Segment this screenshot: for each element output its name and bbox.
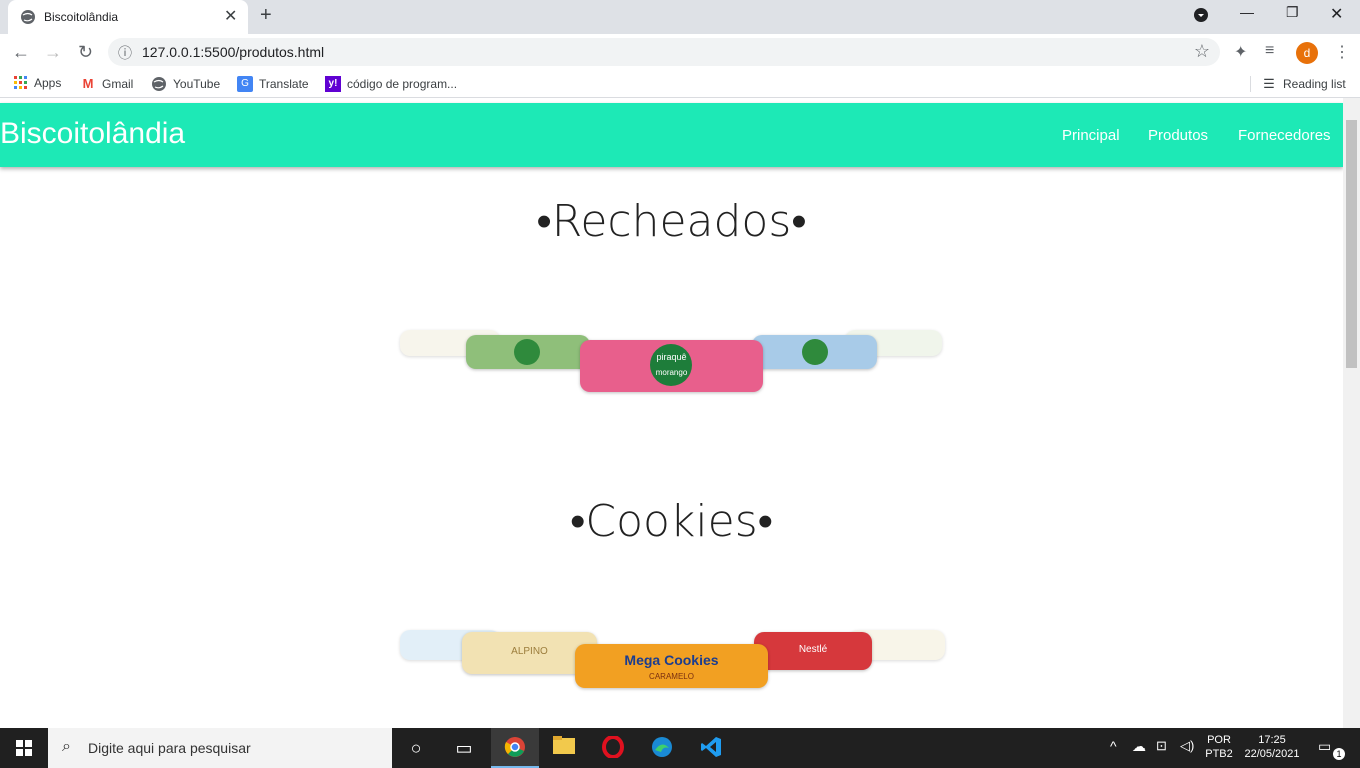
nav-link-fornecedores[interactable]: Fornecedores [1238, 127, 1331, 144]
scroll-thumb[interactable] [1346, 120, 1357, 368]
menu-dots-icon[interactable]: ⋮ [1334, 42, 1350, 62]
language-code: POR [1207, 734, 1231, 746]
address-bar[interactable]: ⓘ 127.0.0.1:5500/produtos.html ☆ [108, 38, 1220, 66]
input-language[interactable]: POR PTB2 [1204, 734, 1234, 760]
edge-icon[interactable] [650, 736, 674, 760]
package-flavor: CARAMELO [649, 672, 694, 681]
product-image[interactable] [466, 335, 590, 369]
vscode-icon[interactable] [699, 736, 723, 760]
taskbar-search[interactable]: ⌕ Digite aqui para pesquisar [48, 728, 392, 768]
bookmark-label: Apps [34, 76, 62, 90]
bookmark-star-icon[interactable]: ☆ [1194, 41, 1210, 62]
notification-count-badge: 1 [1333, 748, 1345, 760]
nav-link-produtos[interactable]: Produtos [1148, 127, 1208, 144]
close-tab-icon[interactable]: ✕ [224, 6, 237, 26]
yahoo-icon: y! [325, 76, 341, 92]
opera-icon[interactable] [601, 735, 625, 760]
brand-seal-icon [514, 339, 540, 365]
windows-taskbar: ⌕ Digite aqui para pesquisar ○ ▭ ^ ☁ ⊡ ◁… [0, 728, 1360, 768]
bookmark-gmail[interactable]: M Gmail [80, 76, 134, 92]
bookmarks-bar: Apps M Gmail YouTube G Translate y! códi… [0, 70, 1360, 98]
reload-icon[interactable]: ↻ [78, 42, 93, 63]
tab-search-icon[interactable] [1194, 8, 1208, 25]
windows-start-icon[interactable] [16, 740, 32, 756]
new-tab-button[interactable]: + [260, 4, 272, 27]
recheados-carousel[interactable]: piraquê morango [400, 326, 950, 406]
product-image-featured[interactable]: Mega Cookies CARAMELO [575, 644, 768, 688]
bookmark-apps[interactable]: Apps [14, 76, 61, 90]
volume-icon[interactable]: ◁) [1180, 738, 1194, 754]
restore-window-icon[interactable]: ❐ [1286, 4, 1299, 21]
bookmark-label: Translate [259, 77, 309, 91]
network-icon[interactable]: ⊡ [1156, 738, 1167, 754]
back-icon[interactable]: ← [12, 42, 30, 63]
bookmark-translate[interactable]: G Translate [237, 76, 309, 92]
file-explorer-icon[interactable] [552, 736, 576, 760]
reading-list-icon: ☰ [1263, 76, 1275, 91]
reading-list-label: Reading list [1283, 77, 1346, 91]
package-brand: Nestlé [798, 644, 828, 655]
package-flavor: morango [655, 368, 688, 377]
task-view-icon[interactable]: ▭ [452, 736, 476, 760]
apps-grid-icon [14, 76, 27, 89]
page-viewport: Biscoitolândia Principal Produtos Fornec… [0, 98, 1343, 728]
site-info-icon[interactable]: ⓘ [118, 43, 132, 63]
media-control-icon[interactable]: ≡ [1265, 42, 1274, 60]
bookmark-label: Gmail [102, 77, 134, 91]
site-navbar: Biscoitolândia Principal Produtos Fornec… [0, 103, 1343, 167]
cortana-icon[interactable]: ○ [404, 736, 428, 760]
notification-icon[interactable]: ▭ [1318, 738, 1331, 755]
clock-time: 17:25 [1258, 734, 1286, 746]
package-brand: piraquê [656, 352, 687, 362]
cookies-carousel[interactable]: ALPINO Nestlé Mega Cookies CARAMELO [400, 626, 950, 706]
browser-tab[interactable]: Biscoitolândia ✕ [8, 0, 248, 34]
search-placeholder: Digite aqui para pesquisar [88, 740, 251, 756]
brand-seal-icon [802, 339, 828, 365]
chrome-icon[interactable] [503, 736, 527, 760]
clock[interactable]: 17:25 22/05/2021 [1240, 734, 1304, 760]
browser-toolbar: ← → ↻ ⓘ 127.0.0.1:5500/produtos.html ☆ ✦… [0, 34, 1360, 70]
close-window-icon[interactable]: ✕ [1330, 4, 1343, 24]
extensions-icon[interactable]: ✦ [1234, 42, 1247, 62]
profile-avatar[interactable]: d [1296, 42, 1318, 64]
onedrive-icon[interactable]: ☁ [1132, 738, 1146, 755]
bookmark-label: código de program... [347, 77, 458, 91]
bookmark-youtube[interactable]: YouTube [151, 76, 220, 92]
search-icon: ⌕ [62, 738, 71, 755]
site-brand[interactable]: Biscoitolândia [0, 117, 185, 151]
bookmark-label: YouTube [173, 77, 221, 91]
clock-date: 22/05/2021 [1244, 748, 1300, 760]
globe-icon [21, 10, 35, 24]
minimize-window-icon[interactable]: — [1240, 4, 1254, 20]
translate-icon: G [237, 76, 253, 92]
globe-icon [152, 77, 166, 91]
section-title-recheados: •Recheados• [536, 196, 807, 247]
browser-tab-strip: Biscoitolândia ✕ + — ❐ ✕ [0, 0, 1360, 34]
page-scrollbar[interactable] [1343, 98, 1360, 728]
url-text: 127.0.0.1:5500/produtos.html [142, 44, 325, 60]
product-image-featured[interactable]: piraquê morango [580, 340, 763, 392]
language-layout: PTB2 [1205, 748, 1233, 760]
tab-title: Biscoitolândia [44, 10, 119, 24]
package-title: Mega Cookies [624, 652, 719, 668]
gmail-icon: M [82, 76, 94, 91]
forward-icon[interactable]: → [44, 42, 62, 63]
product-image[interactable]: Nestlé [754, 632, 872, 670]
section-title-cookies: •Cookies• [569, 496, 774, 547]
product-image[interactable] [752, 335, 877, 369]
tray-expand-icon[interactable]: ^ [1110, 738, 1117, 754]
reading-list-button[interactable]: ☰ Reading list [1250, 76, 1346, 92]
nav-link-principal[interactable]: Principal [1062, 127, 1120, 144]
brand-seal-icon [650, 344, 692, 386]
bookmark-yahoo[interactable]: y! código de program... [325, 76, 457, 92]
